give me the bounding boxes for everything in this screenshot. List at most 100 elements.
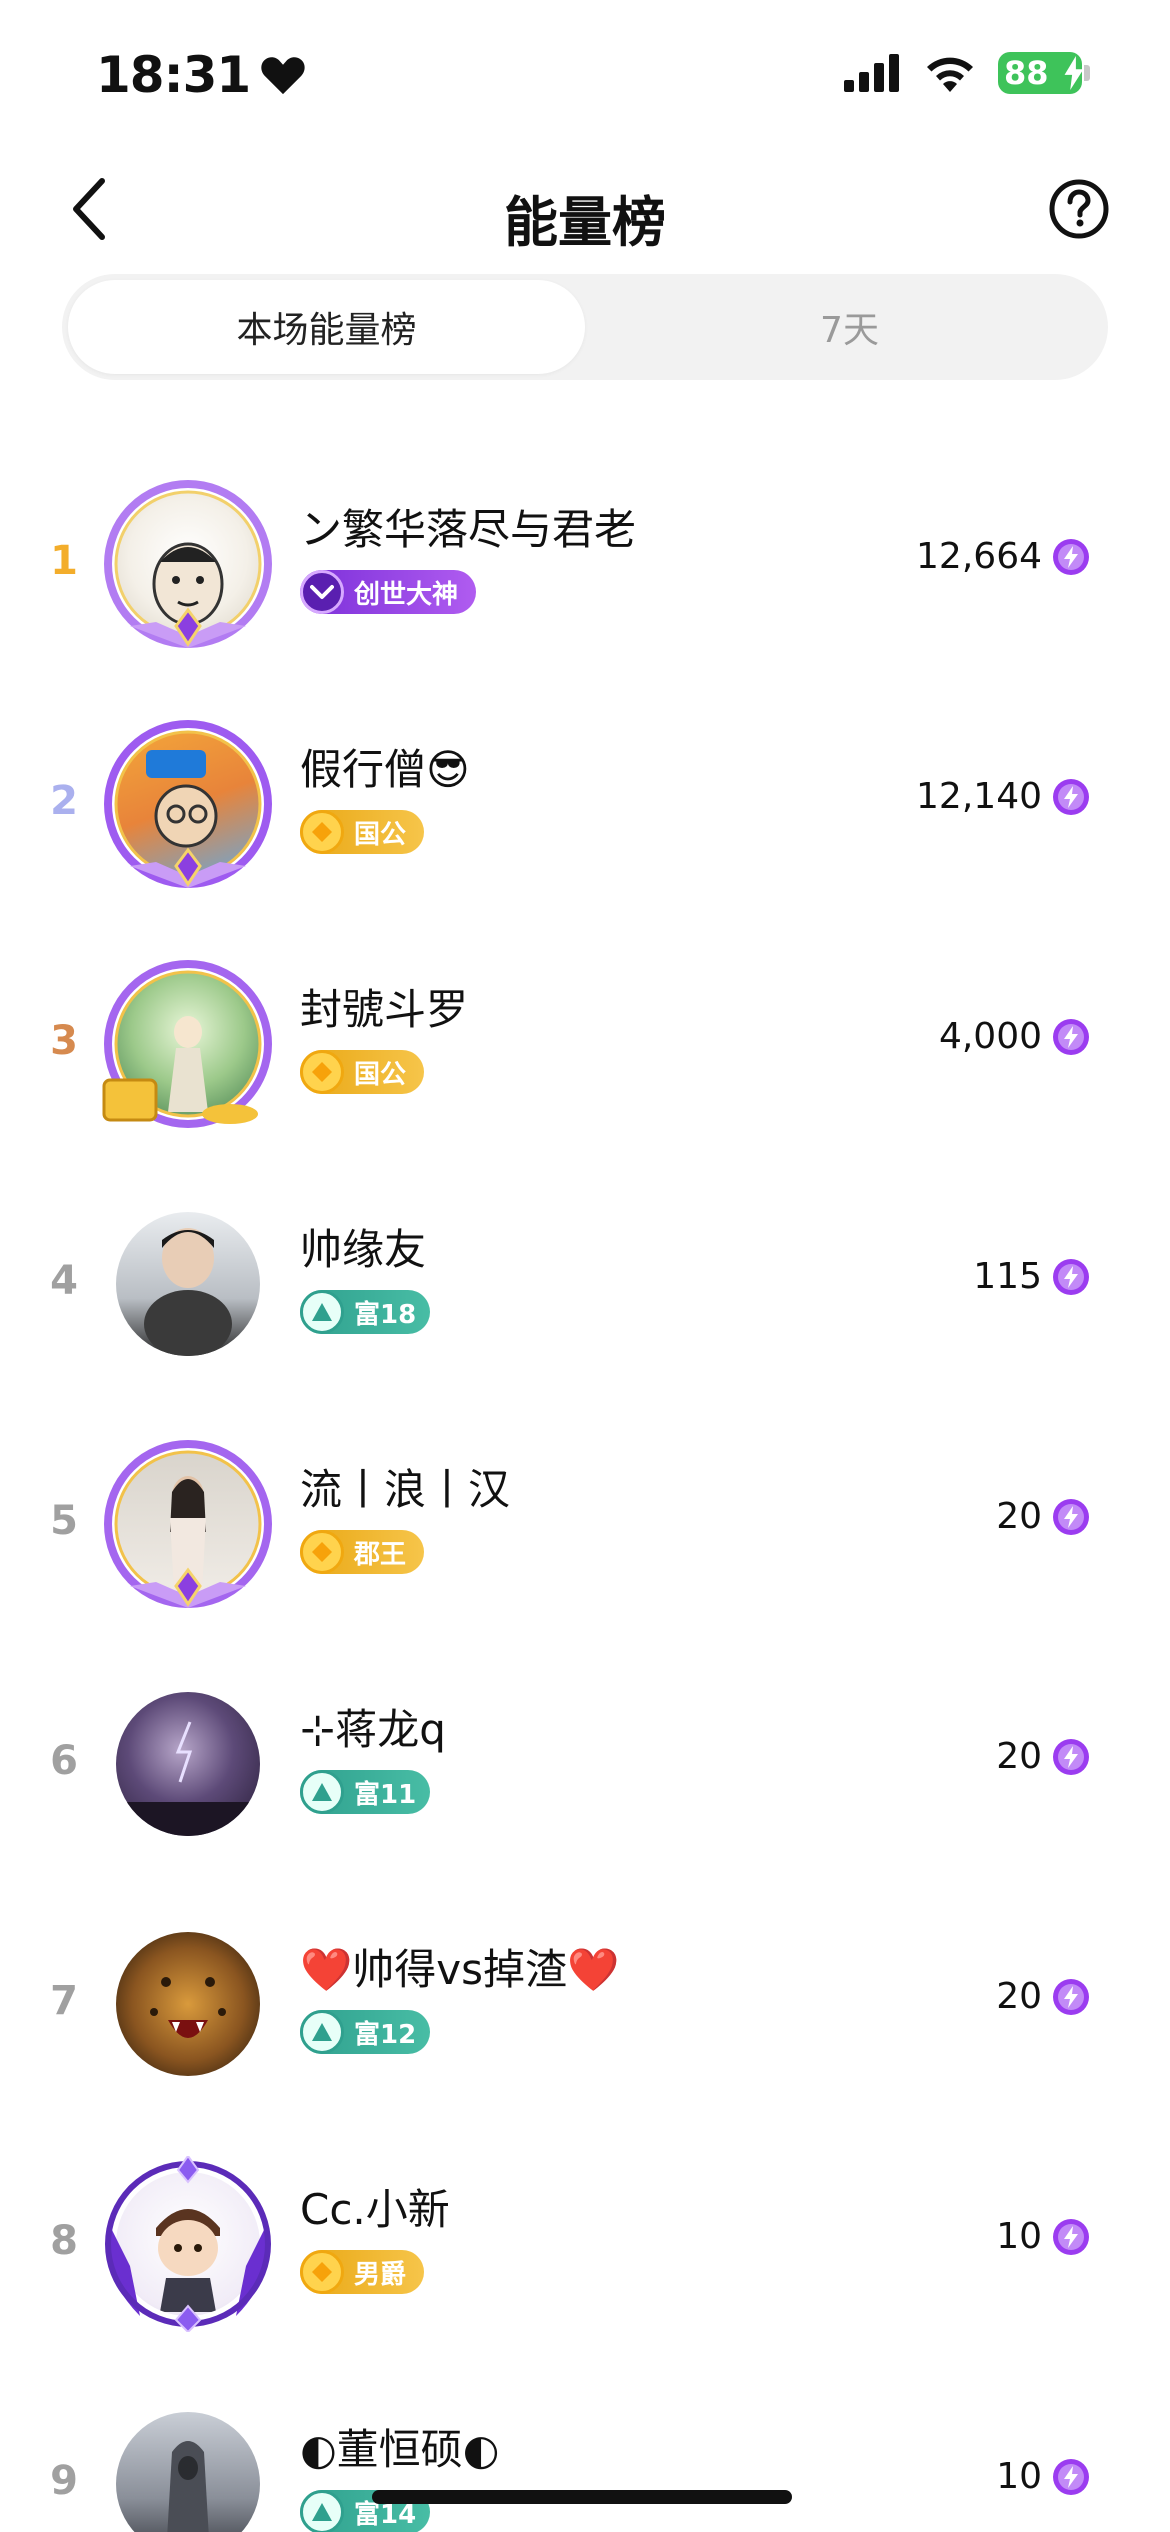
- user-name: 封號斗罗: [300, 985, 469, 1034]
- user-name: 帅缘友: [300, 1225, 427, 1274]
- energy-score: 4,000: [939, 1016, 1090, 1057]
- avatar-image: [116, 2412, 260, 2532]
- list-item[interactable]: 8 Cc.小新 男爵 10: [0, 2120, 1170, 2360]
- diamond-icon: [300, 2250, 344, 2294]
- triangle-icon: [300, 2490, 344, 2532]
- tab-7-days[interactable]: 7天: [591, 274, 1108, 380]
- energy-score: 20: [996, 1976, 1090, 2017]
- level-badge: 创世大神: [300, 570, 477, 614]
- energy-score: 12,664: [916, 536, 1090, 577]
- wealth-badge: 富12: [300, 2010, 431, 2054]
- avatar[interactable]: [100, 1676, 276, 1852]
- tab-bar: 本场能量榜 7天: [62, 274, 1108, 380]
- status-time: 18:31: [96, 46, 306, 104]
- user-name: 流丨浪丨汉: [300, 1465, 511, 1514]
- avatar[interactable]: [100, 716, 276, 892]
- heart-icon: [261, 57, 305, 95]
- battery-cap: [1084, 65, 1090, 81]
- energy-score: 10: [996, 2456, 1090, 2497]
- list-item[interactable]: 6 ⊹蒋龙q 富11 20: [0, 1640, 1170, 1880]
- wifi-icon: [927, 57, 973, 92]
- rank-number: 2: [50, 778, 78, 824]
- level-badge: 男爵: [300, 2250, 425, 2294]
- badge-label: 富18: [354, 1299, 417, 1330]
- user-name: ◐董恒硕◐: [300, 2425, 500, 2474]
- status-time-text: 18:31: [96, 46, 251, 104]
- rank-number: 1: [50, 538, 78, 584]
- wealth-badge: 富18: [300, 1290, 431, 1334]
- list-item[interactable]: 9 ◐董恒硕◐ 富14 10: [0, 2360, 1170, 2532]
- level-badge: 国公: [300, 810, 425, 854]
- page-title: 能量榜: [504, 191, 666, 254]
- score-value: 10: [996, 2216, 1042, 2257]
- score-value: 20: [996, 1736, 1042, 1777]
- header: 能量榜: [0, 160, 1170, 260]
- list-item[interactable]: 7 ❤️帅得vs掉渣❤️ 富12 20: [0, 1880, 1170, 2120]
- help-icon[interactable]: [1048, 178, 1110, 240]
- status-indicators: 88: [844, 52, 1090, 94]
- avatar[interactable]: [100, 2156, 276, 2332]
- rank-number: 7: [50, 1978, 78, 2024]
- user-name: 假行僧😎: [300, 745, 470, 794]
- energy-bolt-icon: [1053, 778, 1089, 815]
- rank-number: 3: [50, 1018, 78, 1064]
- list-item[interactable]: 4 帅缘友 富18 115: [0, 1160, 1170, 1400]
- score-value: 20: [996, 1976, 1042, 2017]
- rank-number: 4: [50, 1258, 78, 1304]
- badge-label: 郡王: [354, 1539, 407, 1570]
- tab-this-session[interactable]: 本场能量榜: [68, 280, 585, 374]
- badge-label: 富11: [354, 1779, 417, 1810]
- energy-bolt-icon: [1053, 2218, 1089, 2255]
- diamond-icon: [300, 1050, 344, 1094]
- energy-bolt-icon: [1053, 2458, 1089, 2495]
- score-value: 20: [996, 1496, 1042, 1537]
- list-item[interactable]: 3 封號斗罗 国公 4,000: [0, 920, 1170, 1160]
- status-bar: 18:31 88: [0, 0, 1170, 150]
- avatar-frame-icon: [105, 2156, 271, 2332]
- avatar-frame-icon: [104, 720, 272, 888]
- charging-icon: [1064, 56, 1084, 90]
- battery-level: 88: [1004, 54, 1049, 92]
- list-item[interactable]: 5 流丨浪丨汉 郡王 20: [0, 1400, 1170, 1640]
- avatar[interactable]: [100, 1436, 276, 1612]
- rank-number: 8: [50, 2218, 78, 2264]
- avatar-frame-icon: [104, 480, 272, 648]
- energy-bolt-icon: [1053, 1978, 1089, 2015]
- score-value: 4,000: [938, 1016, 1042, 1057]
- user-name: ❤️帅得vs掉渣❤️: [300, 1945, 620, 1994]
- energy-score: 10: [996, 2216, 1090, 2257]
- wealth-badge: 富11: [300, 1770, 431, 1814]
- avatar[interactable]: [100, 956, 276, 1132]
- energy-bolt-icon: [1053, 1258, 1089, 1295]
- triangle-icon: [300, 1290, 344, 1334]
- list-item[interactable]: 2 假行僧😎 国公 12,140: [0, 680, 1170, 920]
- energy-bolt-icon: [1053, 538, 1089, 575]
- energy-bolt-icon: [1053, 1498, 1089, 1535]
- avatar-frame-icon: [104, 1440, 272, 1608]
- energy-bolt-icon: [1053, 1018, 1089, 1055]
- triangle-icon: [300, 2010, 344, 2054]
- badge-label: 富12: [354, 2019, 417, 2050]
- battery-indicator: 88: [998, 52, 1084, 94]
- list-item[interactable]: 1 ン繁华落尽与君老 创世大神 12,664: [0, 440, 1170, 680]
- leopard-icon: [150, 1977, 226, 2038]
- avatar-image: [116, 1932, 260, 2076]
- energy-score: 20: [996, 1496, 1090, 1537]
- diamond-icon: [300, 810, 344, 854]
- energy-bolt-icon: [1053, 1738, 1089, 1775]
- avatar[interactable]: [100, 1916, 276, 2092]
- person-with-dog-icon: [144, 1228, 232, 1356]
- badge-label: 创世大神: [354, 579, 459, 610]
- avatar[interactable]: [100, 2396, 276, 2532]
- energy-score: 115: [973, 1256, 1090, 1297]
- storm-cloud-icon: [116, 1721, 260, 1836]
- avatar[interactable]: [100, 1196, 276, 1372]
- triangle-icon: [300, 1770, 344, 1814]
- crown-icon: [300, 570, 344, 614]
- avatar[interactable]: [100, 476, 276, 652]
- home-indicator[interactable]: [372, 2490, 792, 2504]
- rank-number: 6: [50, 1738, 78, 1784]
- energy-score: 12,140: [916, 776, 1090, 817]
- rank-number: 9: [50, 2458, 78, 2504]
- signal-icon: [844, 54, 899, 92]
